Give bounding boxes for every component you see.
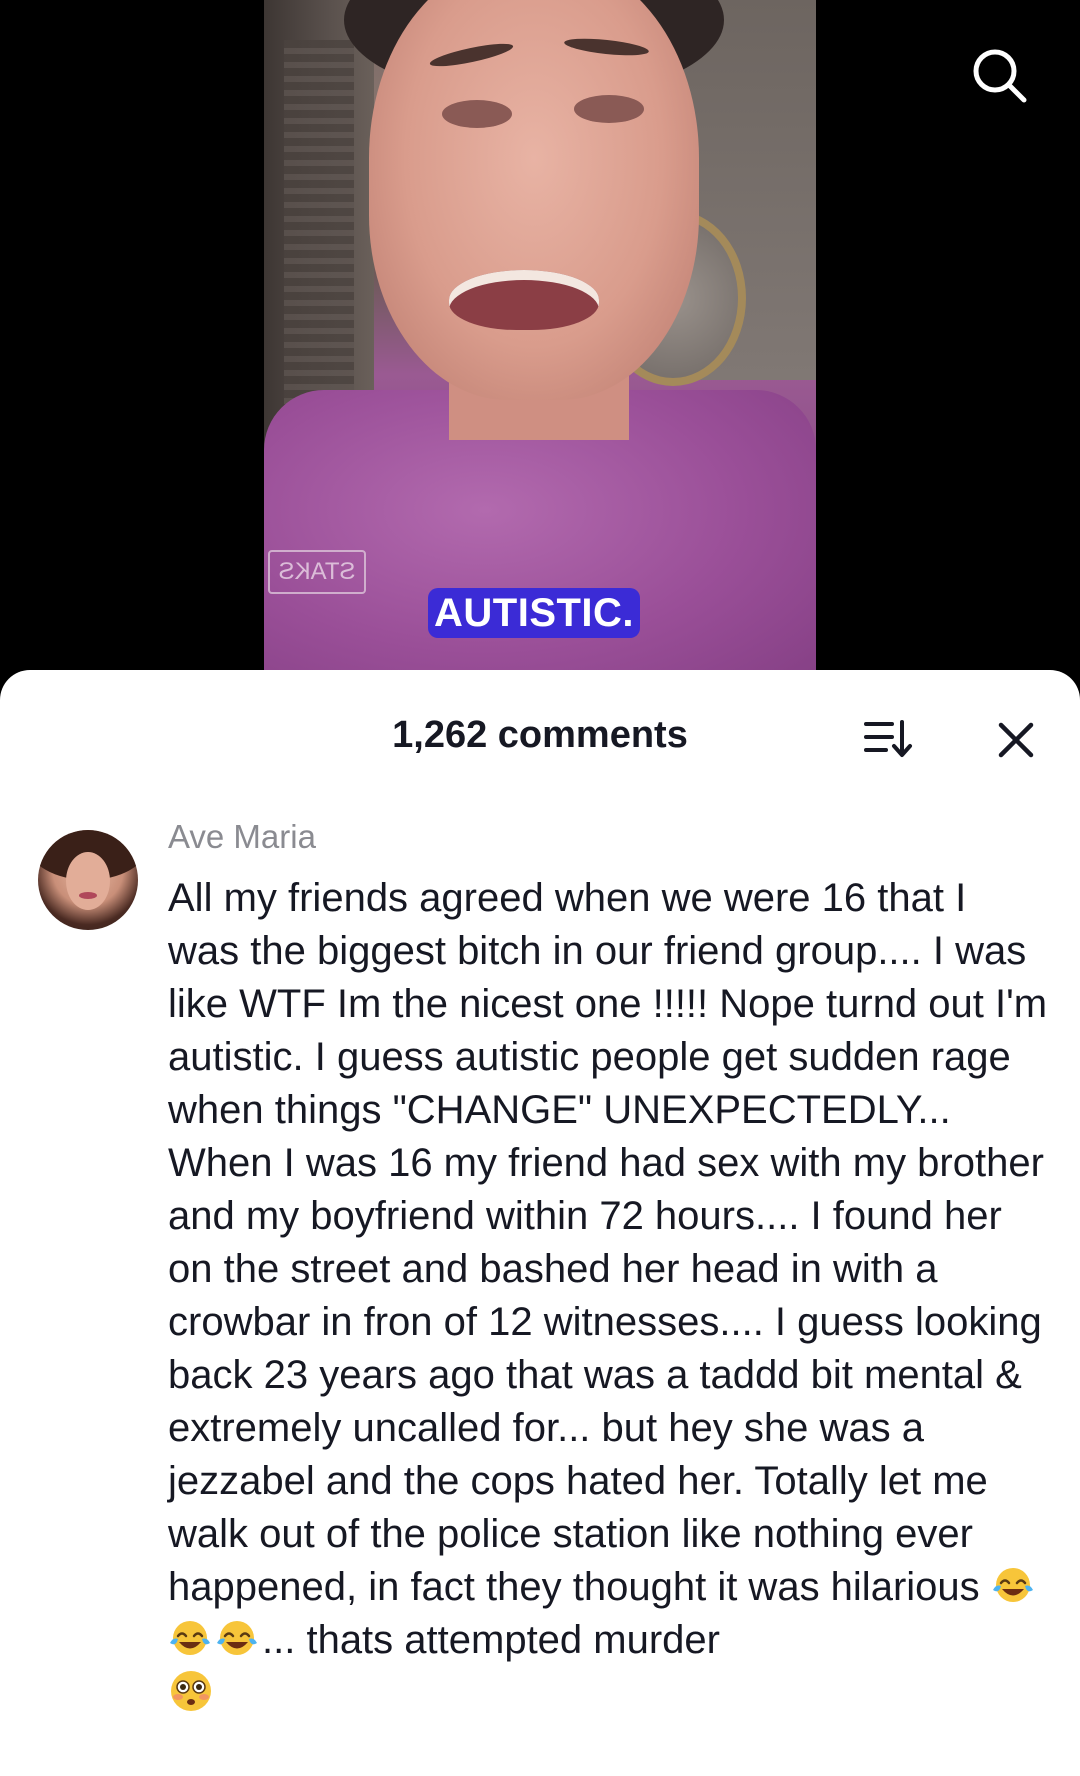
commenter-avatar[interactable] (38, 830, 138, 930)
close-icon (998, 722, 1034, 758)
tears-of-joy-emoji-icon (992, 1568, 1033, 1602)
tears-of-joy-emoji-icon (170, 1621, 210, 1655)
video-person-mouth (449, 270, 599, 330)
search-icon (973, 49, 1027, 103)
shirt-tag: STAKS (268, 550, 366, 594)
comments-count-title: 1,262 comments (392, 714, 688, 756)
comment-body[interactable]: All my friends agreed when we were 16 th… (168, 872, 1048, 1720)
tears-of-joy-emoji-icon (217, 1621, 257, 1655)
avatar-face (66, 852, 110, 910)
video-player[interactable]: STAKS (264, 0, 816, 680)
comment-text-tail: ... thats attempted murder (262, 1618, 720, 1662)
flushed-face-emoji-icon (171, 1671, 211, 1711)
video-person-face (369, 0, 699, 400)
commenter-username[interactable]: Ave Maria (168, 818, 316, 856)
sort-icon (864, 720, 912, 757)
search-button[interactable] (968, 44, 1032, 108)
comments-sheet: 1,262 comments Ave Maria All my friends (0, 670, 1080, 1776)
avatar-lips (79, 892, 97, 899)
sort-button[interactable] (862, 716, 914, 762)
video-person-eye (574, 95, 644, 123)
screen: STAKS AUTISTIC. 1,262 comments Ave Maria… (0, 0, 1080, 1776)
video-caption: AUTISTIC. (428, 588, 641, 638)
video-person-eye (442, 100, 512, 128)
comment-text-main: All my friends agreed when we were 16 th… (168, 876, 1048, 1609)
close-button[interactable] (996, 720, 1036, 760)
